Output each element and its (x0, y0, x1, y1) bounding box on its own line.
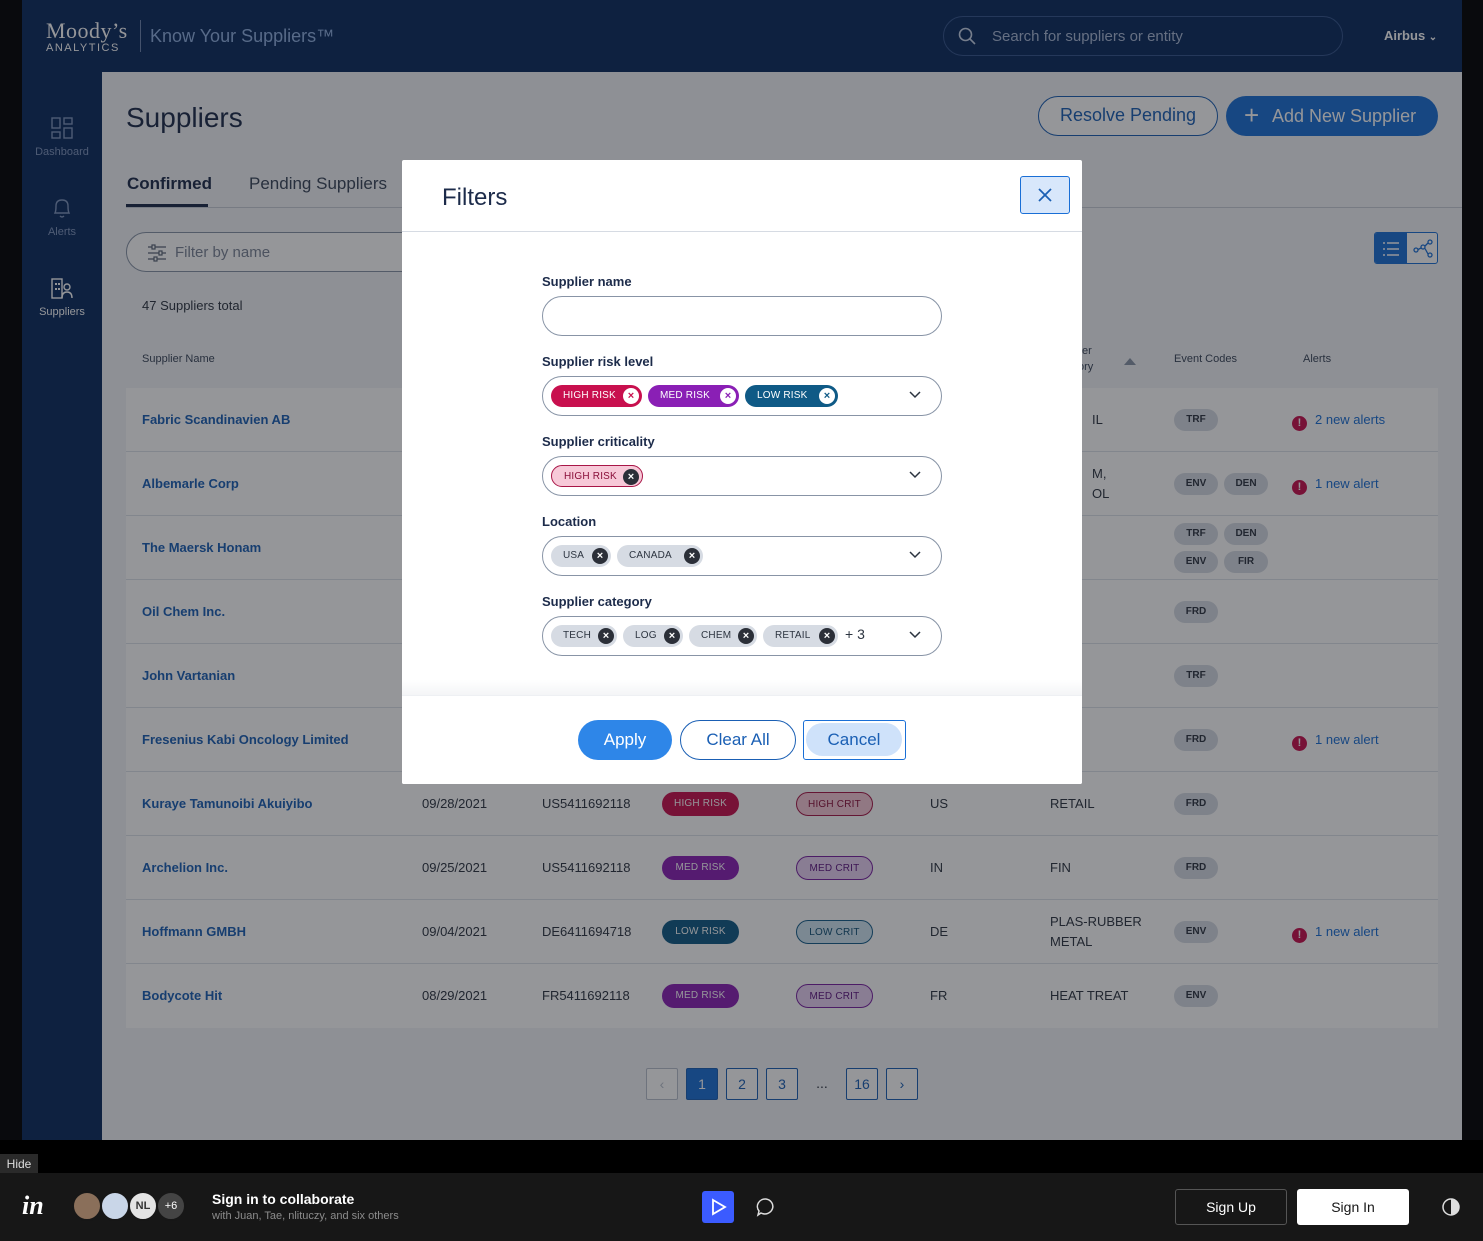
remove-chip-icon[interactable]: × (720, 388, 736, 404)
chip-label: MED RISK (660, 390, 710, 401)
remove-chip-icon[interactable]: × (684, 548, 700, 564)
risk-level-select[interactable]: HIGH RISK × MED RISK × LOW RISK × (542, 376, 942, 416)
clear-all-button[interactable]: Clear All (680, 720, 796, 760)
sign-up-button[interactable]: Sign Up (1175, 1189, 1287, 1225)
category-chip-tech: TECH × (551, 625, 617, 647)
modal-title: Filters (442, 184, 508, 211)
remove-chip-icon[interactable]: × (623, 388, 639, 404)
location-select[interactable]: USA × CANADA × (542, 536, 942, 576)
avatar-initials[interactable]: NL (128, 1191, 158, 1221)
risk-chip-med: MED RISK × (648, 385, 739, 407)
remove-chip-icon[interactable]: × (598, 628, 614, 644)
prototype-toolbar: in NL +6 Sign in to collaborate with Jua… (0, 1173, 1483, 1241)
chevron-down-icon (909, 391, 921, 399)
hide-toolbar-button[interactable]: Hide (0, 1154, 38, 1174)
remove-chip-icon[interactable]: × (664, 628, 680, 644)
risk-level-label: Supplier risk level (542, 354, 654, 369)
supplier-name-label: Supplier name (542, 274, 632, 289)
risk-chip-high: HIGH RISK × (551, 385, 642, 407)
chip-label: TECH (563, 630, 592, 641)
chevron-down-icon (909, 471, 921, 479)
chip-label: CHEM (701, 630, 732, 641)
modal-footer: Apply Clear All Cancel (402, 695, 1082, 784)
avatar[interactable] (72, 1191, 102, 1221)
more-chips-count[interactable]: + 3 (845, 626, 865, 642)
remove-chip-icon[interactable]: × (592, 548, 608, 564)
contrast-icon[interactable] (1441, 1197, 1461, 1217)
chip-label: RETAIL (775, 630, 811, 641)
supplier-name-input[interactable] (542, 296, 942, 336)
remove-chip-icon[interactable]: × (819, 628, 835, 644)
risk-chip-low: LOW RISK × (745, 385, 838, 407)
modal-close-button[interactable] (1020, 176, 1070, 214)
modal-footer-shadow (402, 680, 1082, 696)
collab-subtitle: with Juan, Tae, nlituczy, and six others (212, 1210, 399, 1222)
location-chip-canada: CANADA × (617, 545, 703, 567)
chevron-down-icon (909, 631, 921, 639)
remove-chip-icon[interactable]: × (738, 628, 754, 644)
chip-label: HIGH RISK (564, 471, 617, 482)
category-chip-retail: RETAIL × (763, 625, 838, 647)
category-label: Supplier category (542, 594, 652, 609)
criticality-chip-high: HIGH RISK × (551, 465, 643, 487)
close-icon (1038, 188, 1052, 202)
invision-logo[interactable]: in (22, 1191, 44, 1221)
comment-icon[interactable] (756, 1197, 776, 1217)
avatar-more[interactable]: +6 (156, 1191, 186, 1221)
cancel-label: Cancel (806, 723, 902, 756)
criticality-select[interactable]: HIGH RISK × (542, 456, 942, 496)
collab-title[interactable]: Sign in to collaborate (212, 1191, 354, 1207)
filters-modal: Filters Supplier name Supplier risk leve… (402, 160, 1082, 784)
category-chip-chem: CHEM × (689, 625, 757, 647)
chip-label: CANADA (629, 550, 672, 561)
criticality-label: Supplier criticality (542, 434, 655, 449)
preview-mode-button[interactable] (702, 1191, 734, 1223)
chip-label: USA (563, 550, 585, 561)
apply-button[interactable]: Apply (578, 720, 672, 760)
chip-label: HIGH RISK (563, 390, 616, 401)
location-chip-usa: USA × (551, 545, 611, 567)
cancel-button[interactable]: Cancel (803, 720, 906, 760)
category-chip-log: LOG × (623, 625, 683, 647)
avatar[interactable] (100, 1191, 130, 1221)
remove-chip-icon[interactable]: × (819, 388, 835, 404)
category-select[interactable]: TECH × LOG × CHEM × RETAIL × + 3 (542, 616, 942, 656)
sign-in-button[interactable]: Sign In (1297, 1189, 1409, 1225)
chip-label: LOW RISK (757, 390, 808, 401)
play-icon (712, 1198, 727, 1216)
location-label: Location (542, 514, 597, 529)
chip-label: LOG (635, 630, 657, 641)
modal-divider (402, 231, 1082, 232)
chevron-down-icon (909, 551, 921, 559)
remove-chip-icon[interactable]: × (623, 469, 639, 485)
